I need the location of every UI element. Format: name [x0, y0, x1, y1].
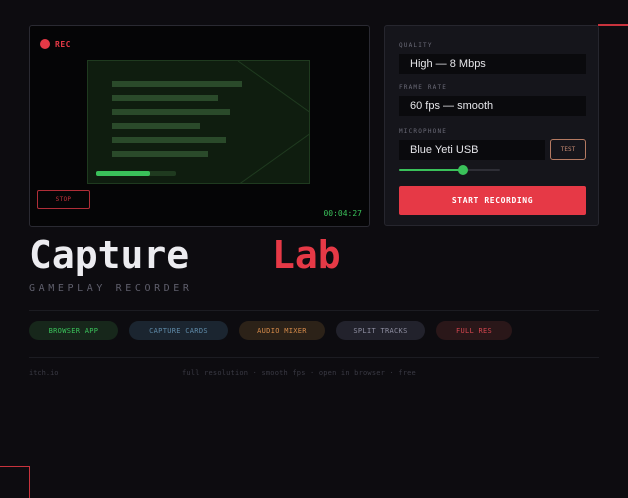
- record-dot-icon: [40, 39, 50, 49]
- chip-full-res[interactable]: FULL RES: [436, 321, 512, 340]
- chip-audio-mixer[interactable]: AUDIO MIXER: [239, 321, 325, 340]
- settings-panel: QUALITY High — 8 Mbps FRAME RATE 60 fps …: [384, 25, 599, 226]
- mic-level-fill: [399, 169, 463, 171]
- start-recording-button[interactable]: START RECORDING: [399, 186, 586, 215]
- content-line: [112, 123, 200, 129]
- framerate-label: FRAME RATE: [399, 84, 448, 91]
- microphone-select[interactable]: Blue Yeti USB: [399, 140, 545, 160]
- screen-progress-bar: [96, 171, 176, 176]
- mic-level-knob[interactable]: [457, 165, 468, 175]
- title-capture: Capture: [29, 233, 190, 277]
- recording-timer: 00:04:27: [323, 209, 362, 218]
- stop-button[interactable]: STOP: [37, 190, 90, 209]
- footer-site-link[interactable]: itch.io: [29, 369, 59, 377]
- quality-label: QUALITY: [399, 42, 433, 49]
- mic-level-slider[interactable]: [399, 165, 500, 175]
- captured-screen: [87, 60, 310, 184]
- feature-chips: BROWSER APP CAPTURE CARDS AUDIO MIXER SP…: [29, 321, 523, 340]
- content-line: [112, 95, 218, 101]
- divider-bottom: [29, 357, 599, 358]
- page-subtitle: GAMEPLAY RECORDER: [29, 283, 193, 294]
- page-title: Capture Lab: [29, 232, 341, 278]
- microphone-label: MICROPHONE: [399, 128, 448, 135]
- chip-browser-app[interactable]: BROWSER APP: [29, 321, 118, 340]
- rec-indicator: REC: [40, 39, 71, 49]
- recording-preview: REC STOP 00:04:27: [29, 25, 370, 227]
- framerate-select[interactable]: 60 fps — smooth: [399, 96, 586, 116]
- content-line: [112, 137, 226, 143]
- footer-tagline: full resolution · smooth fps · open in b…: [182, 369, 416, 377]
- corner-accent-bottom-left: [0, 466, 30, 467]
- content-line: [112, 151, 208, 157]
- quality-select[interactable]: High — 8 Mbps: [399, 54, 586, 74]
- content-line: [112, 81, 242, 87]
- chip-capture-cards[interactable]: CAPTURE CARDS: [129, 321, 228, 340]
- title-lab: Lab: [272, 233, 341, 277]
- corner-accent-bottom-left-vertical: [29, 466, 30, 498]
- rec-label: REC: [55, 39, 71, 49]
- mic-test-button[interactable]: TEST: [550, 139, 586, 160]
- chip-split-tracks[interactable]: SPLIT TRACKS: [336, 321, 425, 340]
- content-line: [112, 109, 230, 115]
- divider-top: [29, 310, 599, 311]
- corner-accent-top-right: [598, 24, 628, 26]
- screen-progress-fill: [96, 171, 151, 176]
